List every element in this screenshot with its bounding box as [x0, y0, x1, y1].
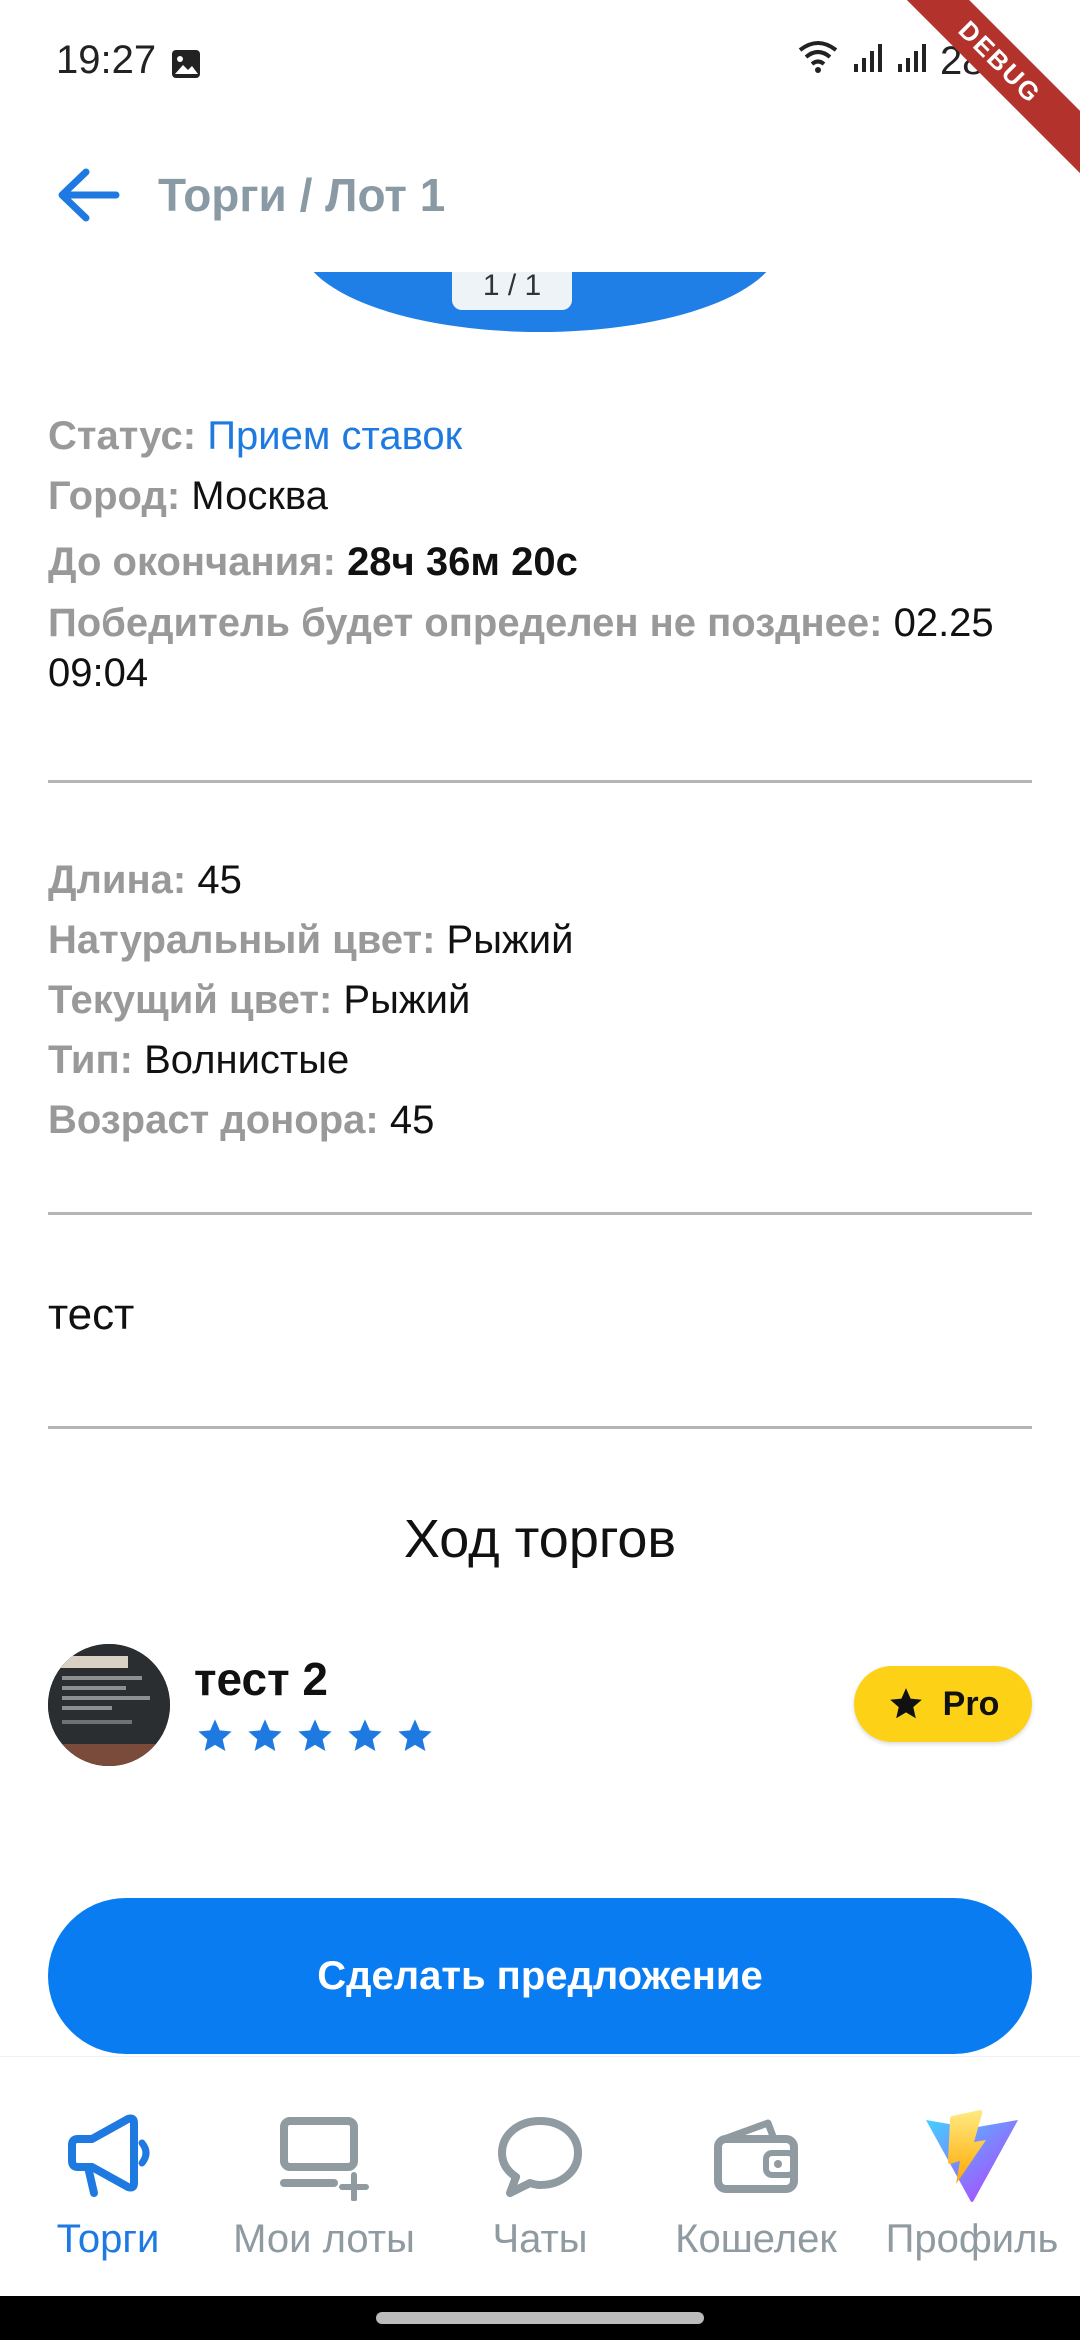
nav-item-my-lots[interactable]: Мои лоты — [216, 2101, 432, 2262]
lot-photo-carousel[interactable]: 1 / 1 — [0, 272, 1080, 342]
profile-logo-icon — [864, 2101, 1080, 2211]
star-icon — [889, 1688, 922, 1719]
nav-label: Торги — [56, 2217, 160, 2261]
type-row: Тип: Волнистые — [48, 1030, 1032, 1090]
time-left-row: До окончания: 28ч 36м 20с — [48, 532, 1032, 592]
star-icon — [398, 1719, 432, 1751]
megaphone-icon — [0, 2101, 216, 2211]
nav-label: Мои лоты — [233, 2217, 415, 2261]
winner-label: Победитель будет определен не позднее: — [48, 601, 883, 645]
status-label: Статус: — [48, 414, 197, 458]
signal-icon-1 — [852, 39, 884, 84]
donor-age-row: Возраст донора: 45 — [48, 1090, 1032, 1150]
natural-color-label: Натуральный цвет: — [48, 918, 436, 962]
divider — [48, 780, 1032, 783]
length-row: Длина: 45 — [48, 850, 1032, 910]
status-value: Прием ставок — [207, 414, 463, 458]
wallet-icon — [648, 2101, 864, 2211]
star-icon — [198, 1719, 232, 1751]
divider — [48, 1426, 1032, 1429]
monitor-plus-icon — [216, 2101, 432, 2211]
bidder-row[interactable]: тест 2 Pro — [48, 1644, 1032, 1770]
nav-label: Профиль — [885, 2217, 1059, 2261]
city-value: Москва — [191, 474, 328, 518]
chat-bubble-icon — [432, 2101, 648, 2211]
gallery-notification-icon — [170, 48, 202, 85]
nav-label: Чаты — [492, 2217, 588, 2261]
natural-color-row: Натуральный цвет: Рыжий — [48, 910, 1032, 970]
natural-color-value: Рыжий — [446, 918, 574, 962]
back-button[interactable] — [50, 160, 130, 230]
nav-item-profile[interactable]: Профиль — [864, 2101, 1080, 2262]
home-indicator[interactable] — [376, 2312, 704, 2324]
city-label: Город: — [48, 474, 181, 518]
signal-icon-2 — [896, 39, 928, 84]
star-icon — [248, 1719, 282, 1751]
nav-item-auctions[interactable]: Торги — [0, 2101, 216, 2262]
pro-badge-label: Pro — [942, 1684, 1000, 1723]
star-icon — [298, 1719, 332, 1751]
status-row: Статус: Прием ставок — [48, 406, 1032, 466]
lot-description: тест — [48, 1290, 135, 1339]
status-time: 19:27 — [56, 38, 157, 82]
city-row: Город: Москва — [48, 466, 1032, 526]
current-color-row: Текущий цвет: Рыжий — [48, 970, 1032, 1030]
donor-age-value: 45 — [389, 1098, 435, 1142]
pro-badge: Pro — [854, 1666, 1032, 1742]
arrow-left-icon — [58, 168, 120, 222]
bidder-rating — [194, 1716, 436, 1756]
nav-item-wallet[interactable]: Кошелек — [648, 2101, 864, 2262]
photo-counter: 1 / 1 — [452, 272, 572, 310]
current-color-label: Текущий цвет: — [48, 978, 333, 1022]
bottom-nav: Торги Мои лоты Чаты Кошелек Профиль — [0, 2056, 1080, 2296]
make-offer-button[interactable]: Сделать предложение — [48, 1898, 1032, 2054]
bidder-name: тест 2 — [194, 1653, 328, 1705]
nav-item-chats[interactable]: Чаты — [432, 2101, 648, 2262]
time-left-value: 28ч 36м 20с — [347, 540, 578, 584]
nav-label: Кошелек — [675, 2217, 837, 2261]
type-label: Тип: — [48, 1038, 133, 1082]
length-value: 45 — [197, 858, 242, 902]
page-title: Торги / Лот 1 — [158, 169, 446, 221]
system-gesture-bar — [0, 2296, 1080, 2340]
divider — [48, 1212, 1032, 1215]
length-label: Длина: — [48, 858, 187, 902]
current-color-value: Рыжий — [343, 978, 471, 1022]
winner-row: Победитель будет определен не позднее: 0… — [48, 598, 1032, 698]
type-value: Волнистые — [144, 1038, 350, 1082]
bidding-section-title: Ход торгов — [403, 1509, 677, 1569]
time-left-label: До окончания: — [48, 540, 336, 584]
star-icon — [348, 1719, 382, 1751]
avatar — [48, 1644, 170, 1766]
app-bar: Торги / Лот 1 — [0, 120, 1080, 270]
wifi-icon — [796, 38, 840, 84]
status-bar: 19:27 28% DEBUG — [0, 0, 1080, 184]
donor-age-label: Возраст донора: — [48, 1098, 379, 1142]
